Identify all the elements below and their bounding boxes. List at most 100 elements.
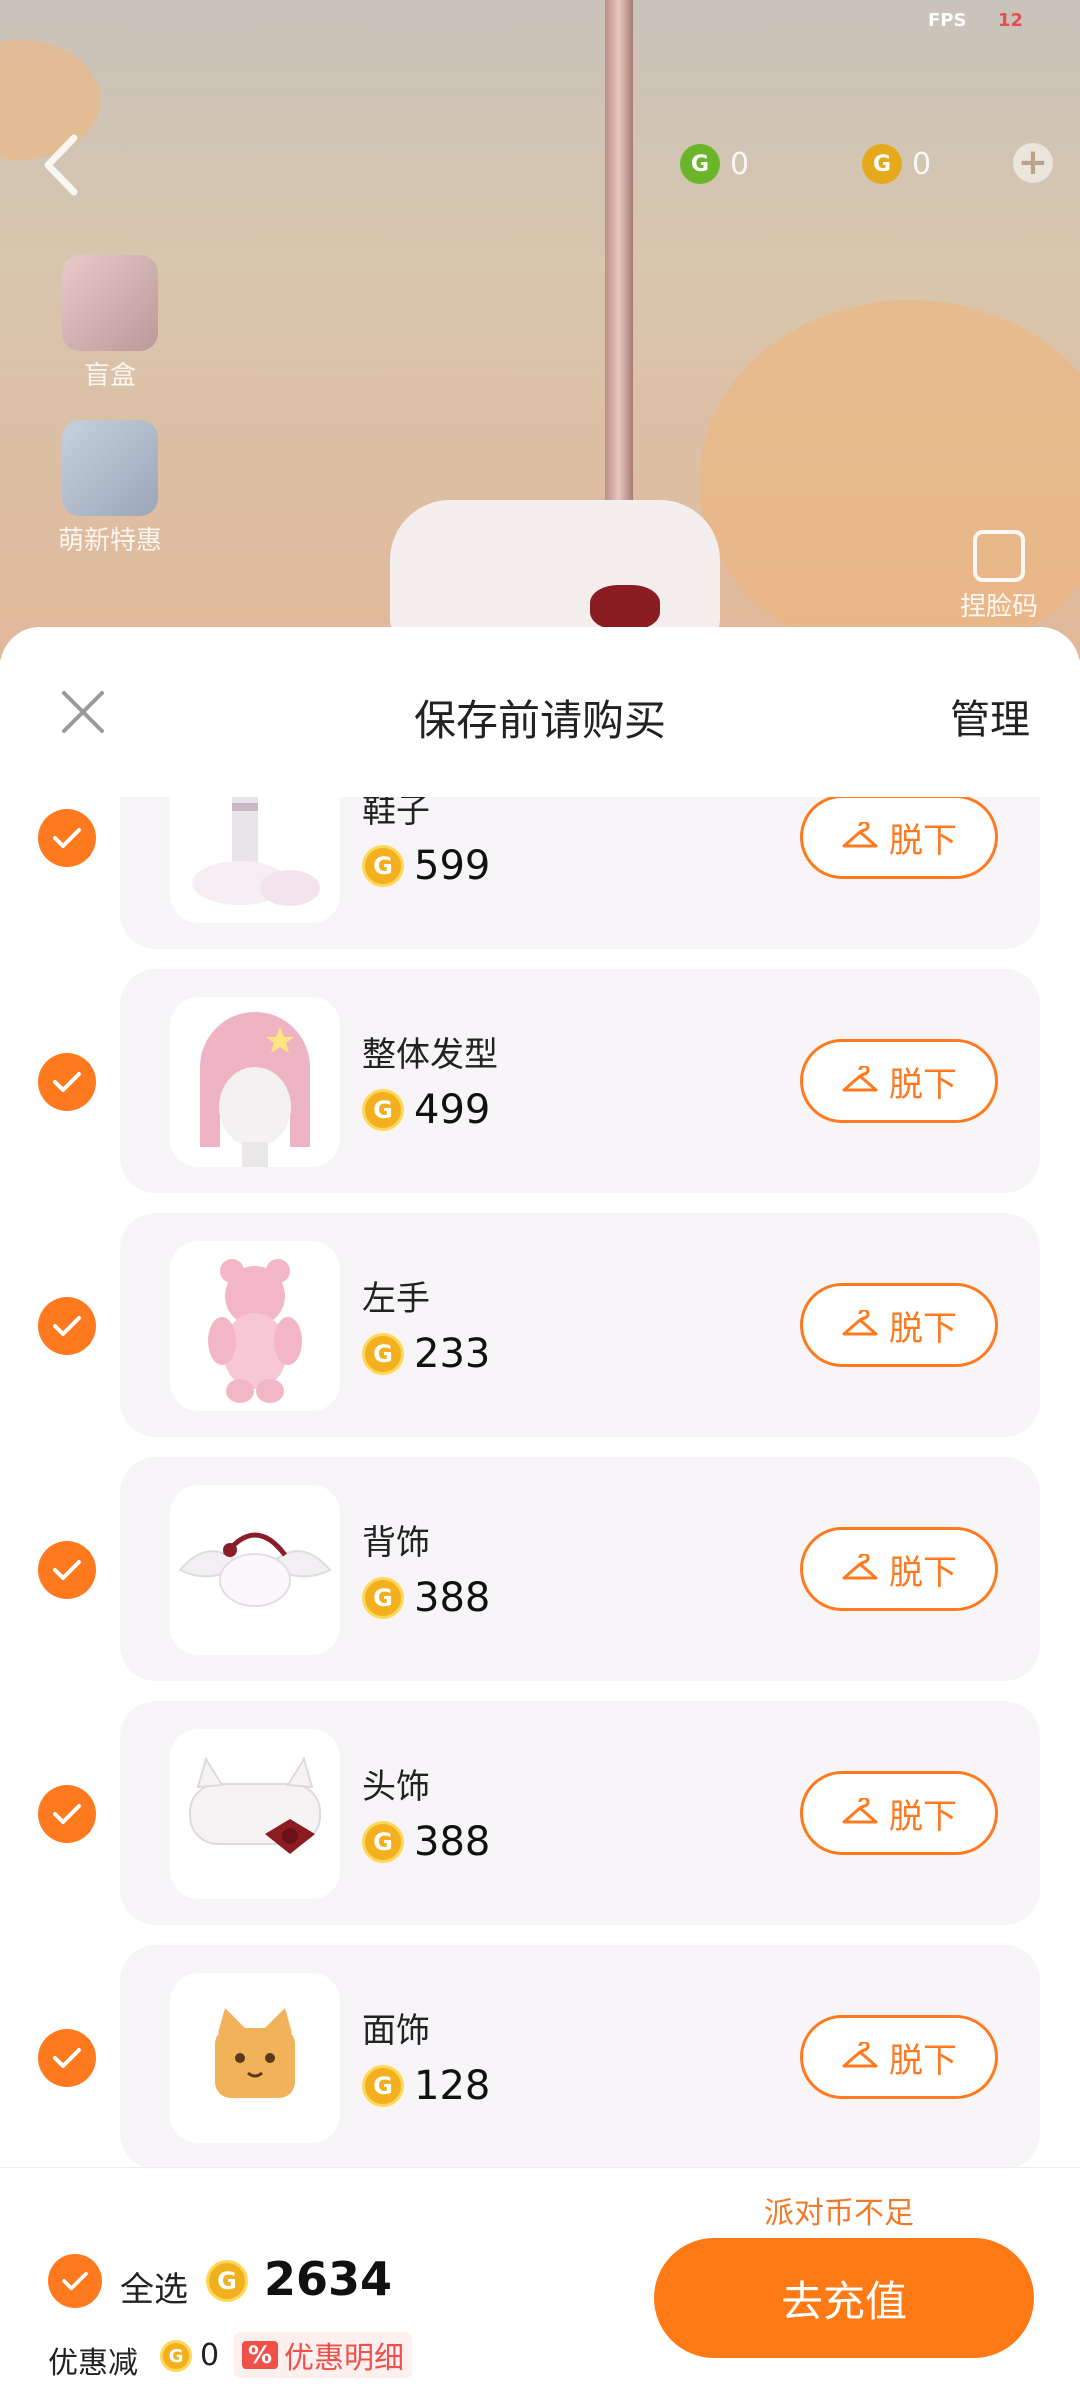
take-off-button[interactable]: 脱下 (800, 2015, 998, 2099)
item-card: 背饰 G 388 脱下 (120, 1457, 1040, 1681)
list-item: 背饰 G 388 脱下 (0, 1457, 1080, 1681)
checkout-footer: 派对币不足 全选 G 2634 优惠减 G 0 % 优惠明细 去充值 (0, 2167, 1080, 2400)
item-checkbox[interactable] (38, 1785, 96, 1843)
item-name: 左手 (362, 1279, 430, 1319)
bow-decoration (590, 585, 660, 630)
item-card: 整体发型 G 499 脱下 (120, 969, 1040, 1193)
take-off-label: 脱下 (889, 2040, 957, 2081)
item-price-value: 128 (414, 2063, 491, 2109)
coin-icon: G (362, 845, 404, 887)
item-checkbox[interactable] (38, 2029, 96, 2087)
take-off-button[interactable]: 脱下 (800, 1771, 998, 1855)
take-off-label: 脱下 (889, 1064, 957, 1105)
face-code-label: 捏脸码 (960, 592, 1039, 622)
discount-detail-button[interactable]: % 优惠明细 (234, 2332, 413, 2378)
currency-gold-value: 0 (912, 146, 932, 182)
face-code-button[interactable]: 捏脸码 (960, 530, 1038, 623)
item-price: G 499 (362, 1087, 490, 1133)
insufficient-coins-notice: 派对币不足 (764, 2196, 914, 2231)
item-price-value: 499 (414, 1087, 491, 1133)
take-off-button[interactable]: 脱下 (800, 1283, 998, 1367)
total-price: 2634 (264, 2252, 393, 2306)
discount-detail-label: 优惠明细 (284, 2341, 405, 2376)
item-card: 鞋子 G 599 脱下 (120, 797, 1040, 949)
item-checkbox[interactable] (38, 1053, 96, 1111)
list-item: 鞋子 G 599 脱下 (0, 797, 1080, 949)
side-item-label: 盲盒 (83, 361, 136, 391)
purchase-sheet: 保存前请购买 管理 鞋子 G 599 脱下 整体发型 G 499 脱下 左手 G… (0, 627, 1080, 2400)
take-off-button[interactable]: 脱下 (800, 1527, 998, 1611)
item-checkbox[interactable] (38, 809, 96, 867)
item-thumbnail-wings (170, 1485, 340, 1655)
percent-badge-icon: % (242, 2341, 279, 2369)
check-icon (53, 1560, 81, 1580)
item-card: 左手 G 233 脱下 (120, 1213, 1040, 1437)
fps-label: FPS (928, 10, 967, 31)
check-icon (53, 1316, 81, 1336)
item-thumbnail-cat-mask (170, 1973, 340, 2143)
take-off-label: 脱下 (889, 1308, 957, 1349)
check-icon (53, 2048, 81, 2068)
item-name: 整体发型 (362, 1035, 498, 1075)
item-thumbnail-bear (170, 1241, 340, 1411)
take-off-label: 脱下 (889, 1796, 957, 1837)
take-off-label: 脱下 (889, 1552, 957, 1593)
item-price-value: 233 (414, 1331, 491, 1377)
recharge-button[interactable]: 去充值 (654, 2238, 1034, 2358)
discount-label: 优惠减 (48, 2346, 138, 2381)
back-button[interactable] (36, 130, 86, 200)
coin-icon: G (362, 1577, 404, 1619)
check-icon (62, 2271, 88, 2291)
select-all-label[interactable]: 全选 (120, 2262, 188, 2311)
gold-g-coin-icon: G (862, 144, 902, 184)
currency-green: G 0 (680, 140, 749, 188)
sheet-title: 保存前请购买 (413, 696, 666, 745)
item-price: G 233 (362, 1331, 490, 1377)
hanger-icon (842, 1066, 878, 1092)
take-off-button[interactable]: 脱下 (800, 1039, 998, 1123)
edit-icon (973, 530, 1025, 582)
green-g-coin-icon: G (680, 144, 720, 184)
side-item-newbie-deal[interactable]: 萌新特惠 (50, 420, 170, 557)
item-thumbnail-shoes (170, 797, 340, 923)
gift-box-icon (62, 255, 158, 351)
item-thumbnail-headband (170, 1729, 340, 1899)
hanger-icon (842, 1310, 878, 1336)
item-price: G 599 (362, 843, 490, 889)
item-card: 面饰 G 128 脱下 (120, 1945, 1040, 2167)
select-all-checkbox[interactable] (48, 2254, 102, 2308)
check-icon (53, 1804, 81, 1824)
item-price: G 388 (362, 1575, 490, 1621)
take-off-button[interactable]: 脱下 (800, 797, 998, 879)
take-off-label: 脱下 (889, 820, 957, 861)
list-item: 左手 G 233 脱下 (0, 1213, 1080, 1437)
item-name: 面饰 (362, 2011, 430, 2051)
list-item: 头饰 G 388 脱下 (0, 1701, 1080, 1925)
hanger-icon (842, 1798, 878, 1824)
chevron-left-icon (44, 134, 78, 196)
coin-icon: G (362, 1333, 404, 1375)
check-icon (53, 1072, 81, 1092)
coin-icon: G (160, 2340, 192, 2372)
hanger-icon (842, 822, 878, 848)
avatar-preview (390, 500, 720, 640)
item-thumbnail-hair (170, 997, 340, 1167)
item-price-value: 599 (414, 843, 491, 889)
item-price-value: 388 (414, 1575, 491, 1621)
item-list[interactable]: 鞋子 G 599 脱下 整体发型 G 499 脱下 左手 G 233 脱下 背饰… (0, 797, 1080, 2167)
item-checkbox[interactable] (38, 1297, 96, 1355)
hanger-icon (842, 1554, 878, 1580)
list-item: 整体发型 G 499 脱下 (0, 969, 1080, 1193)
fps-value: 12 (998, 10, 1024, 31)
manage-button[interactable]: 管理 (950, 687, 1030, 745)
currency-green-value: 0 (730, 146, 750, 182)
item-checkbox[interactable] (38, 1541, 96, 1599)
item-price: G 128 (362, 2063, 490, 2109)
add-currency-button[interactable]: + (1013, 143, 1053, 183)
item-name: 头饰 (362, 1767, 430, 1807)
coin-icon: G (362, 2065, 404, 2107)
side-item-label: 萌新特惠 (57, 526, 162, 556)
side-item-blind-box[interactable]: 盲盒 (50, 255, 170, 392)
game-scene-background: FPS 12 G 0 G 0 + 盲盒 萌新特惠 捏脸码 (0, 0, 1080, 660)
hanger-icon (842, 2042, 878, 2068)
